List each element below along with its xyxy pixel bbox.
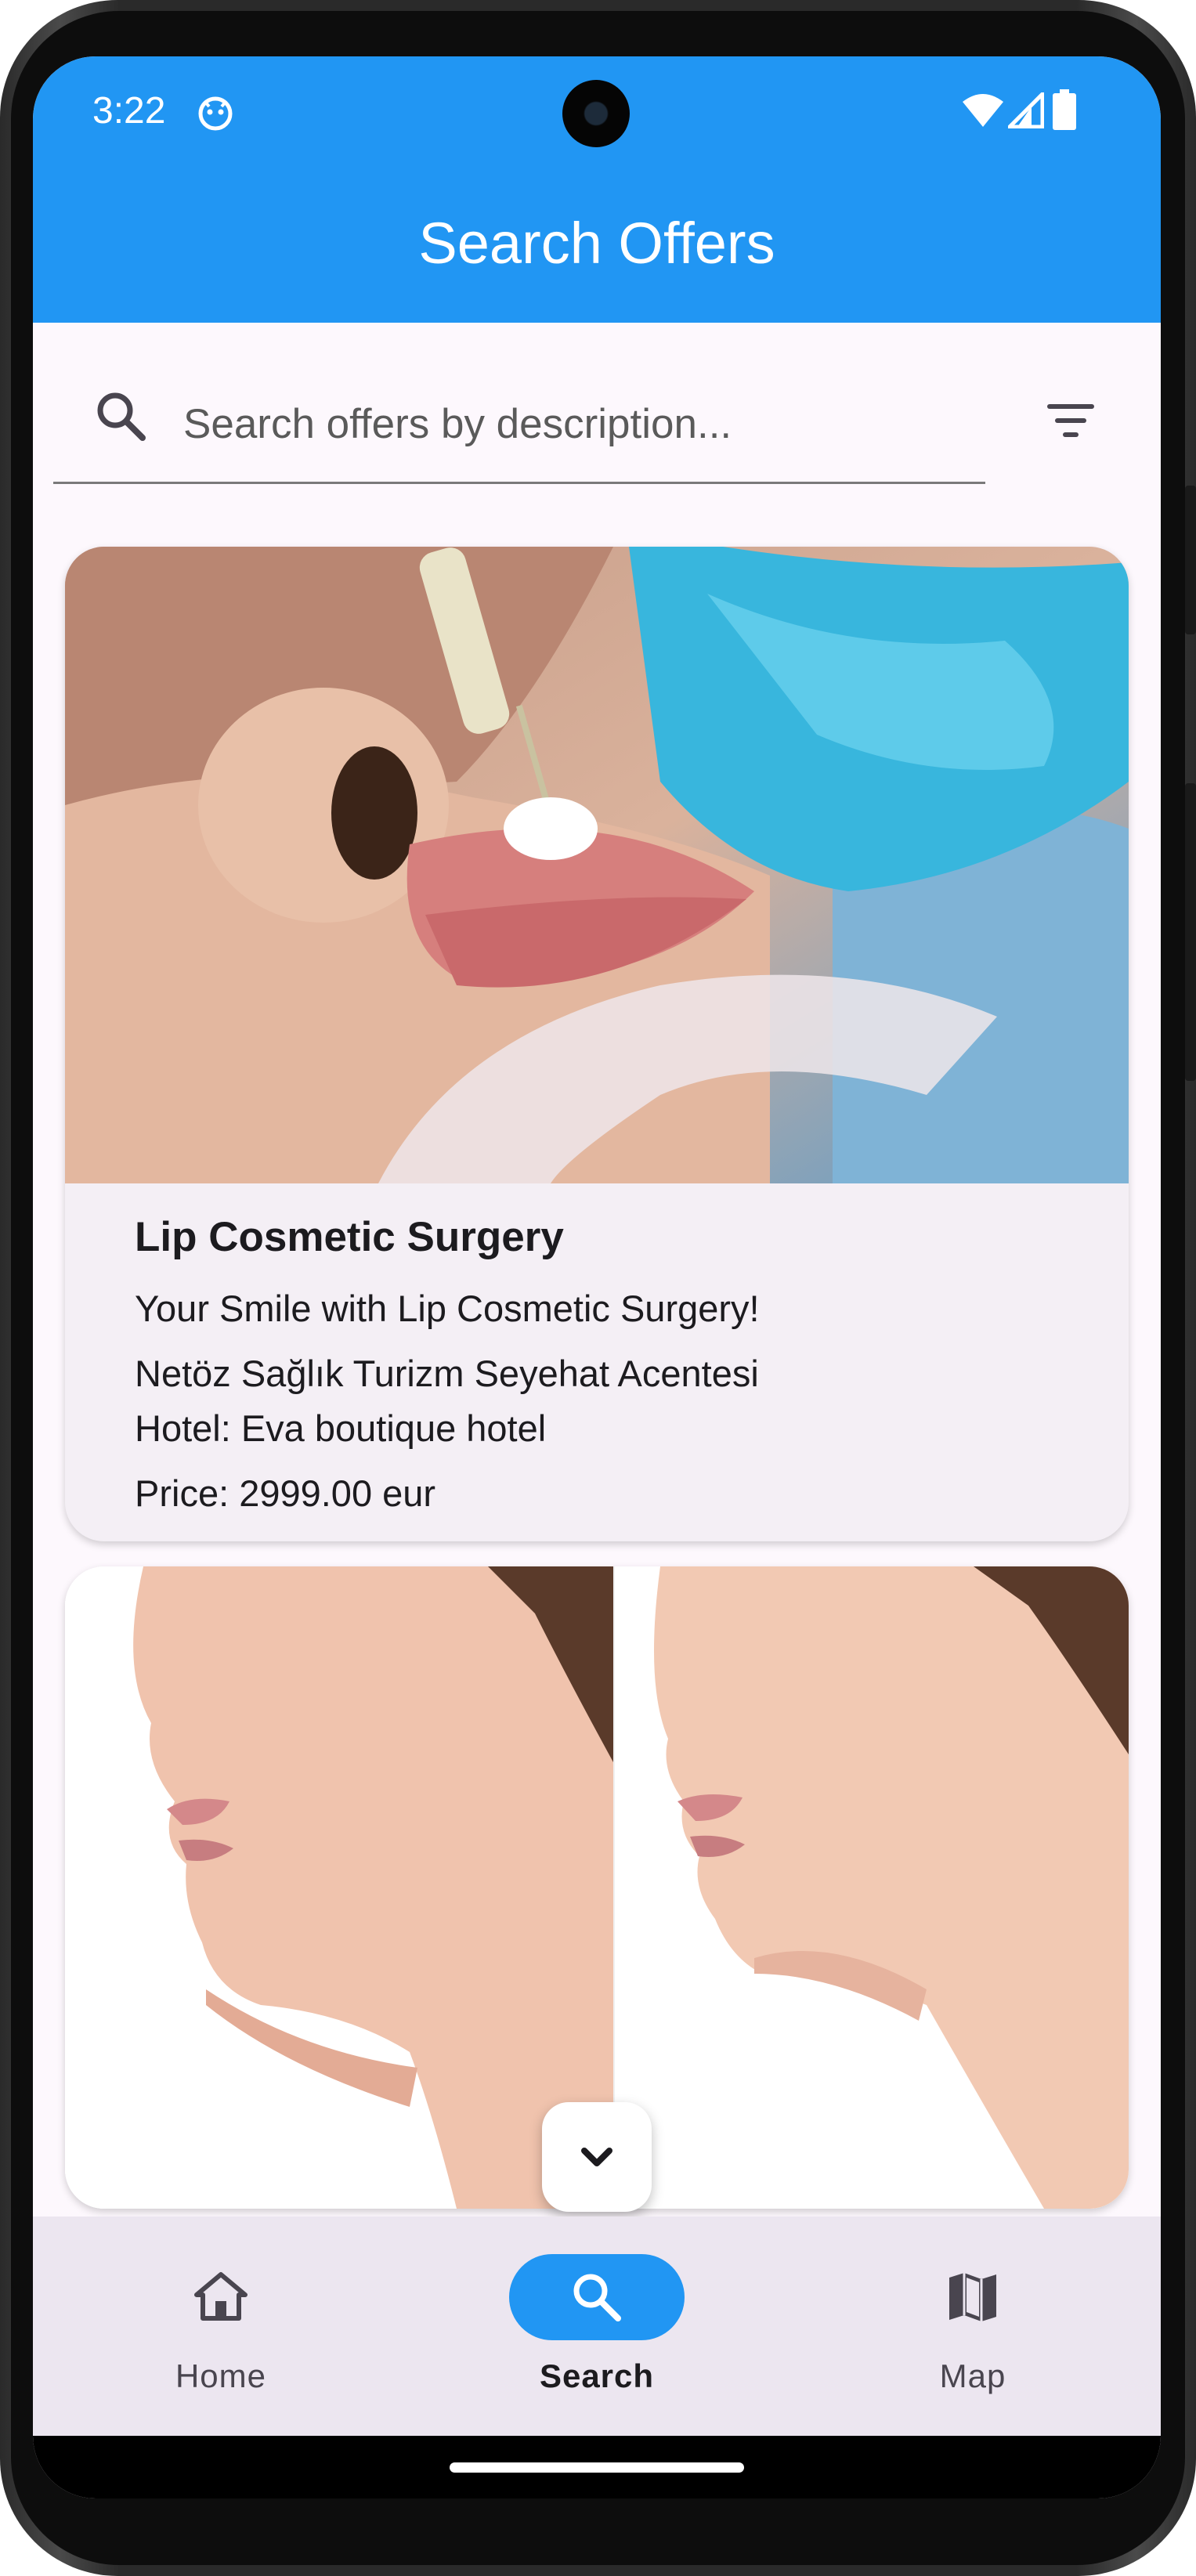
wifi-icon: [963, 94, 1003, 127]
nav-label: Home: [175, 2357, 267, 2394]
offer-hotel: Hotel: Eva boutique hotel: [135, 1407, 547, 1449]
offer-image: [65, 547, 1129, 1183]
map-icon: [949, 2273, 996, 2321]
offer-agency: Netöz Sağlık Turizm Seyehat Acentesi: [135, 1353, 759, 1394]
screen: 3:22 Search Offers Search offers by desc…: [33, 56, 1161, 2498]
offer-description: Your Smile with Lip Cosmetic Surgery!: [135, 1288, 760, 1329]
camera-cutout: [562, 80, 630, 147]
offer-title: Lip Cosmetic Surgery: [135, 1214, 564, 1260]
offer-card[interactable]: Lip Cosmetic Surgery Your Smile with Lip…: [65, 547, 1129, 1541]
nav-item-map[interactable]: Map: [785, 2217, 1161, 2436]
nav-label: Search: [539, 2357, 655, 2394]
bottom-navigation: Home Search Map: [33, 2217, 1161, 2436]
gesture-handle[interactable]: [450, 2462, 744, 2473]
home-icon: [194, 2272, 248, 2321]
search-icon: [573, 2274, 621, 2321]
scroll-down-button[interactable]: [542, 2102, 652, 2212]
nav-pill: [885, 2254, 1061, 2340]
power-button: [1185, 486, 1196, 634]
nav-item-search[interactable]: Search: [409, 2217, 785, 2436]
nav-item-home[interactable]: Home: [33, 2217, 409, 2436]
notification-icon: [198, 96, 233, 131]
search-icon: [97, 392, 146, 441]
battery-icon: [1053, 89, 1076, 130]
nav-pill: [133, 2254, 309, 2340]
page-title: Search Offers: [418, 211, 775, 276]
status-time: 3:22: [92, 90, 166, 132]
nav-pill-active: [509, 2254, 685, 2340]
search-underline: [53, 482, 985, 484]
chevron-down-icon: [581, 2148, 612, 2166]
search-input[interactable]: [182, 392, 1007, 456]
signal-icon: [1008, 92, 1044, 128]
offer-price: Price: 2999.00 eur: [135, 1472, 436, 1514]
filter-icon[interactable]: [1043, 393, 1098, 448]
app-bar: 3:22 Search Offers: [33, 56, 1161, 323]
nav-label: Map: [939, 2357, 1006, 2394]
volume-button: [1185, 783, 1196, 1081]
